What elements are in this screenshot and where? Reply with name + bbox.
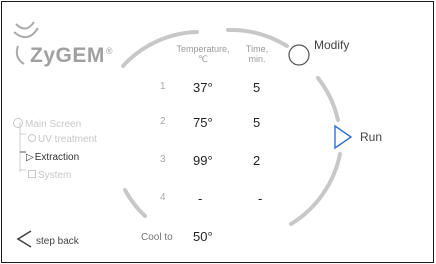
- nav-item-system[interactable]: System: [28, 165, 71, 183]
- step-time: -: [258, 191, 263, 206]
- nav-item-extraction[interactable]: ▷Extraction: [26, 147, 79, 165]
- step-number: 2: [160, 116, 166, 127]
- step-temperature: 37°: [193, 80, 213, 95]
- step-number: 1: [160, 81, 166, 92]
- modify-button[interactable]: Modify: [287, 32, 357, 68]
- step-time: 5: [253, 115, 261, 130]
- square-icon: [28, 170, 36, 178]
- step-temperature: 99°: [193, 153, 213, 168]
- brand-name: ZyGEM®: [30, 44, 113, 67]
- nav-item-uv-treatment[interactable]: UV treatment: [28, 129, 97, 147]
- run-button[interactable]: Run: [332, 123, 392, 153]
- step-temperature: -: [198, 191, 203, 206]
- time-header: Time, min.: [245, 44, 269, 64]
- step-time: 5: [253, 80, 261, 95]
- step-time: 2: [253, 153, 261, 168]
- step-number: 4: [160, 192, 166, 203]
- cool-to-temperature: 50°: [193, 229, 213, 244]
- extraction-screen: ZyGEM® Main Screen UV treatment ▷Extract…: [1, 1, 434, 263]
- temperature-header: Temperature, ℃: [176, 44, 230, 64]
- chevron-left-icon: [16, 230, 32, 248]
- step-number: 3: [160, 154, 166, 165]
- cool-to-label: Cool to: [141, 232, 173, 243]
- circle-icon: [28, 134, 36, 142]
- step-temperature: 75°: [193, 115, 213, 130]
- circle-icon: [13, 118, 23, 128]
- circle-icon: [288, 44, 310, 66]
- step-back-button[interactable]: step back: [14, 228, 94, 252]
- triangle-right-icon: ▷: [26, 152, 34, 163]
- play-triangle-icon: [334, 124, 353, 150]
- zygem-logo: ZyGEM®: [8, 18, 128, 68]
